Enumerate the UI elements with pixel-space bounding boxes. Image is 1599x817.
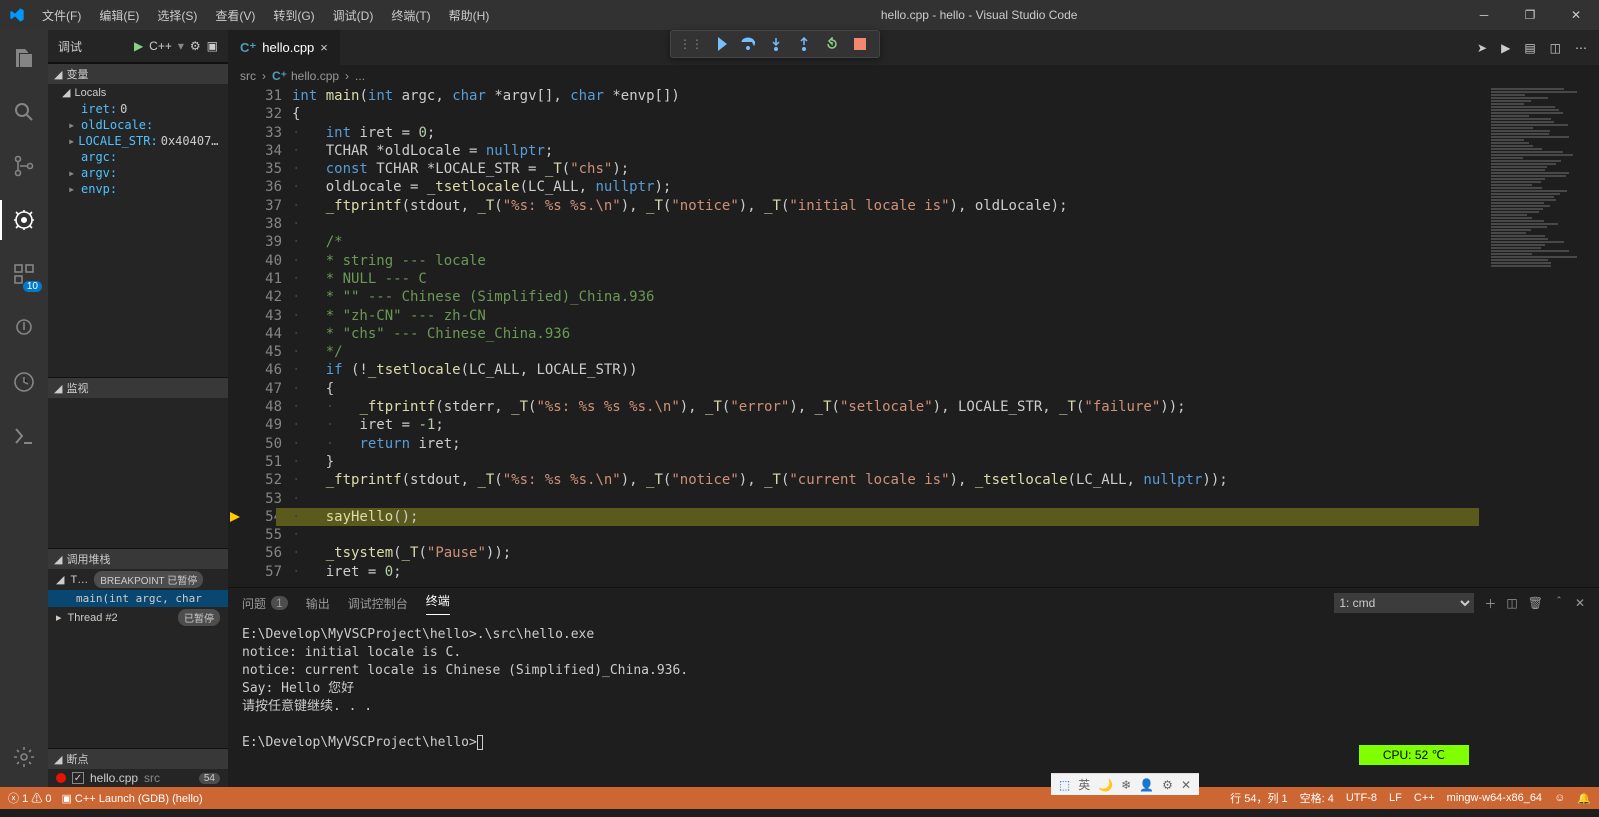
stack-frame[interactable]: main(int argc, char bbox=[48, 590, 228, 607]
debug-sidebar: 调试 ▶ C++ ▾ ⚙ ▣ ◢ 变量 ◢ Locals iret: 0▸old… bbox=[48, 30, 228, 787]
scm-icon[interactable] bbox=[0, 146, 48, 186]
window-title: hello.cpp - hello - Visual Studio Code bbox=[497, 8, 1461, 22]
timeline-icon[interactable] bbox=[0, 362, 48, 402]
variable-row[interactable]: ▸argv: bbox=[48, 165, 228, 181]
minimize-button[interactable]: ─ bbox=[1461, 0, 1507, 30]
stop-button[interactable] bbox=[849, 33, 871, 55]
menu-item[interactable]: 转到(G) bbox=[265, 2, 322, 29]
eol-status[interactable]: LF bbox=[1389, 792, 1402, 804]
cpu-indicator: CPU: 52 ℃ bbox=[1359, 745, 1469, 765]
indent-status[interactable]: 空格: 4 bbox=[1300, 790, 1334, 806]
close-panel-icon[interactable]: ✕ bbox=[1575, 596, 1585, 610]
menu-item[interactable]: 查看(V) bbox=[207, 2, 263, 29]
tab-debug-console[interactable]: 调试控制台 bbox=[348, 595, 408, 612]
drag-handle-icon[interactable]: ⋮⋮ bbox=[679, 37, 703, 51]
variable-row[interactable]: ▸oldLocale: bbox=[48, 117, 228, 133]
tab-hello-cpp[interactable]: C⁺ hello.cpp × bbox=[228, 30, 341, 65]
titlebar: 文件(F)编辑(E)选择(S)查看(V)转到(G)调试(D)终端(T)帮助(H)… bbox=[0, 0, 1599, 30]
menu-item[interactable]: 选择(S) bbox=[149, 2, 205, 29]
minimap[interactable] bbox=[1487, 87, 1587, 587]
explorer-icon[interactable] bbox=[0, 38, 48, 78]
chevron-down-icon[interactable]: ▾ bbox=[178, 39, 184, 53]
new-terminal-icon[interactable]: ＋ bbox=[1484, 595, 1496, 612]
menu-item[interactable]: 调试(D) bbox=[325, 2, 382, 29]
restart-button[interactable] bbox=[821, 33, 843, 55]
target-status[interactable]: mingw-w64-x86_64 bbox=[1447, 792, 1542, 804]
split-icon[interactable]: ▤ bbox=[1524, 41, 1535, 55]
cpp-file-icon: C⁺ bbox=[240, 40, 256, 56]
variable-row[interactable]: iret: 0 bbox=[48, 101, 228, 117]
breakpoints-header[interactable]: ◢ 断点 bbox=[48, 749, 228, 769]
variable-row[interactable]: argc: bbox=[48, 149, 228, 165]
errors-indicator[interactable]: ⓧ 1 ⚠ 0 bbox=[8, 790, 51, 806]
tab-label: hello.cpp bbox=[262, 40, 314, 55]
debug-icon[interactable] bbox=[0, 200, 48, 240]
more-icon[interactable]: ⋯ bbox=[1575, 41, 1587, 55]
editor-tabs: C⁺ hello.cpp × ➤ ▶ ▤ ◫ ⋯ bbox=[228, 30, 1599, 65]
menu-item[interactable]: 帮助(H) bbox=[441, 2, 498, 29]
debug-label: 调试 bbox=[58, 38, 128, 55]
search-icon[interactable] bbox=[0, 92, 48, 132]
thread-state: BREAKPOINT 已暂停 bbox=[94, 571, 203, 588]
bookmark-icon[interactable] bbox=[0, 308, 48, 348]
thread-2[interactable]: ▸ Thread #2 已暂停 bbox=[48, 607, 228, 628]
console-icon[interactable]: ▣ bbox=[207, 39, 218, 53]
debug-status[interactable]: ▣ C++ Launch (GDB) (hello) bbox=[61, 792, 202, 805]
breadcrumb[interactable]: src › C⁺ hello.cpp › ... bbox=[228, 65, 1599, 87]
gear-icon[interactable]: ⚙ bbox=[190, 39, 201, 53]
locals-header[interactable]: ◢ Locals bbox=[48, 84, 228, 101]
tab-output[interactable]: 输出 bbox=[306, 595, 330, 612]
bp-checkbox[interactable]: ✓ bbox=[72, 772, 84, 784]
breakpoint-row[interactable]: ✓ hello.cpp src 54 bbox=[48, 769, 228, 787]
status-bar: ⓧ 1 ⚠ 0 ▣ C++ Launch (GDB) (hello) 行 54，… bbox=[0, 787, 1599, 809]
kill-terminal-icon[interactable]: 🗑 bbox=[1528, 596, 1543, 610]
variable-row[interactable]: ▸LOCALE_STR: 0x40407… bbox=[48, 133, 228, 149]
terminal-icon[interactable] bbox=[0, 416, 48, 456]
editor-area: C⁺ hello.cpp × ➤ ▶ ▤ ◫ ⋯ src › C⁺ hello.… bbox=[228, 30, 1599, 787]
extensions-icon[interactable]: 10 bbox=[0, 254, 48, 294]
variable-row[interactable]: ▸envp: bbox=[48, 181, 228, 197]
bp-file: hello.cpp bbox=[90, 771, 138, 785]
lang-status[interactable]: C++ bbox=[1414, 792, 1435, 804]
maximize-panel-icon[interactable]: ＾ bbox=[1553, 595, 1565, 612]
step-into-button[interactable] bbox=[765, 33, 787, 55]
close-button[interactable]: ✕ bbox=[1553, 0, 1599, 30]
start-debug-button[interactable]: ▶ bbox=[134, 39, 143, 53]
watch-header[interactable]: ◢ 监视 bbox=[48, 378, 228, 398]
continue-button[interactable] bbox=[709, 33, 731, 55]
ime-bar[interactable]: ⬚ 英 🌙❄👤⚙✕ bbox=[1051, 773, 1199, 795]
menubar: 文件(F)编辑(E)选择(S)查看(V)转到(G)调试(D)终端(T)帮助(H) bbox=[34, 2, 497, 29]
cursor-position[interactable]: 行 54，列 1 bbox=[1230, 790, 1287, 806]
bell-icon[interactable]: 🔔 bbox=[1577, 792, 1591, 805]
step-over-button[interactable] bbox=[737, 33, 759, 55]
settings-icon[interactable] bbox=[0, 737, 48, 777]
bp-dot-icon bbox=[56, 773, 66, 783]
debug-toolbar[interactable]: ⋮⋮ bbox=[670, 30, 880, 58]
thread-1[interactable]: ◢ T… BREAKPOINT 已暂停 bbox=[48, 569, 228, 590]
bp-line: 54 bbox=[199, 773, 220, 784]
tab-problems[interactable]: 问题 1 bbox=[242, 595, 288, 612]
terminal-selector[interactable]: 1: cmd bbox=[1334, 593, 1474, 613]
vscode-logo bbox=[0, 7, 34, 23]
variables-header[interactable]: ◢ 变量 bbox=[48, 64, 228, 84]
activity-bar: 10 bbox=[0, 30, 48, 787]
compass-icon[interactable]: ➤ bbox=[1477, 41, 1487, 55]
menu-item[interactable]: 终端(T) bbox=[383, 2, 438, 29]
debug-config[interactable]: C++ bbox=[149, 39, 172, 53]
encoding-status[interactable]: UTF-8 bbox=[1346, 792, 1377, 804]
run-icon[interactable]: ▶ bbox=[1501, 41, 1510, 55]
current-line-marker bbox=[228, 508, 242, 526]
code-editor[interactable]: 3132333435363738394041424344454647484950… bbox=[228, 87, 1599, 587]
feedback-icon[interactable]: ☺ bbox=[1554, 792, 1565, 804]
layout-icon[interactable]: ◫ bbox=[1550, 41, 1561, 55]
maximize-button[interactable]: ❐ bbox=[1507, 0, 1553, 30]
close-tab-icon[interactable]: × bbox=[320, 40, 328, 55]
menu-item[interactable]: 编辑(E) bbox=[91, 2, 147, 29]
callstack-header[interactable]: ◢ 调用堆栈 bbox=[48, 549, 228, 569]
split-terminal-icon[interactable]: ◫ bbox=[1506, 596, 1517, 610]
badge: 10 bbox=[23, 281, 42, 292]
menu-item[interactable]: 文件(F) bbox=[34, 2, 89, 29]
step-out-button[interactable] bbox=[793, 33, 815, 55]
tab-terminal[interactable]: 终端 bbox=[426, 592, 450, 615]
